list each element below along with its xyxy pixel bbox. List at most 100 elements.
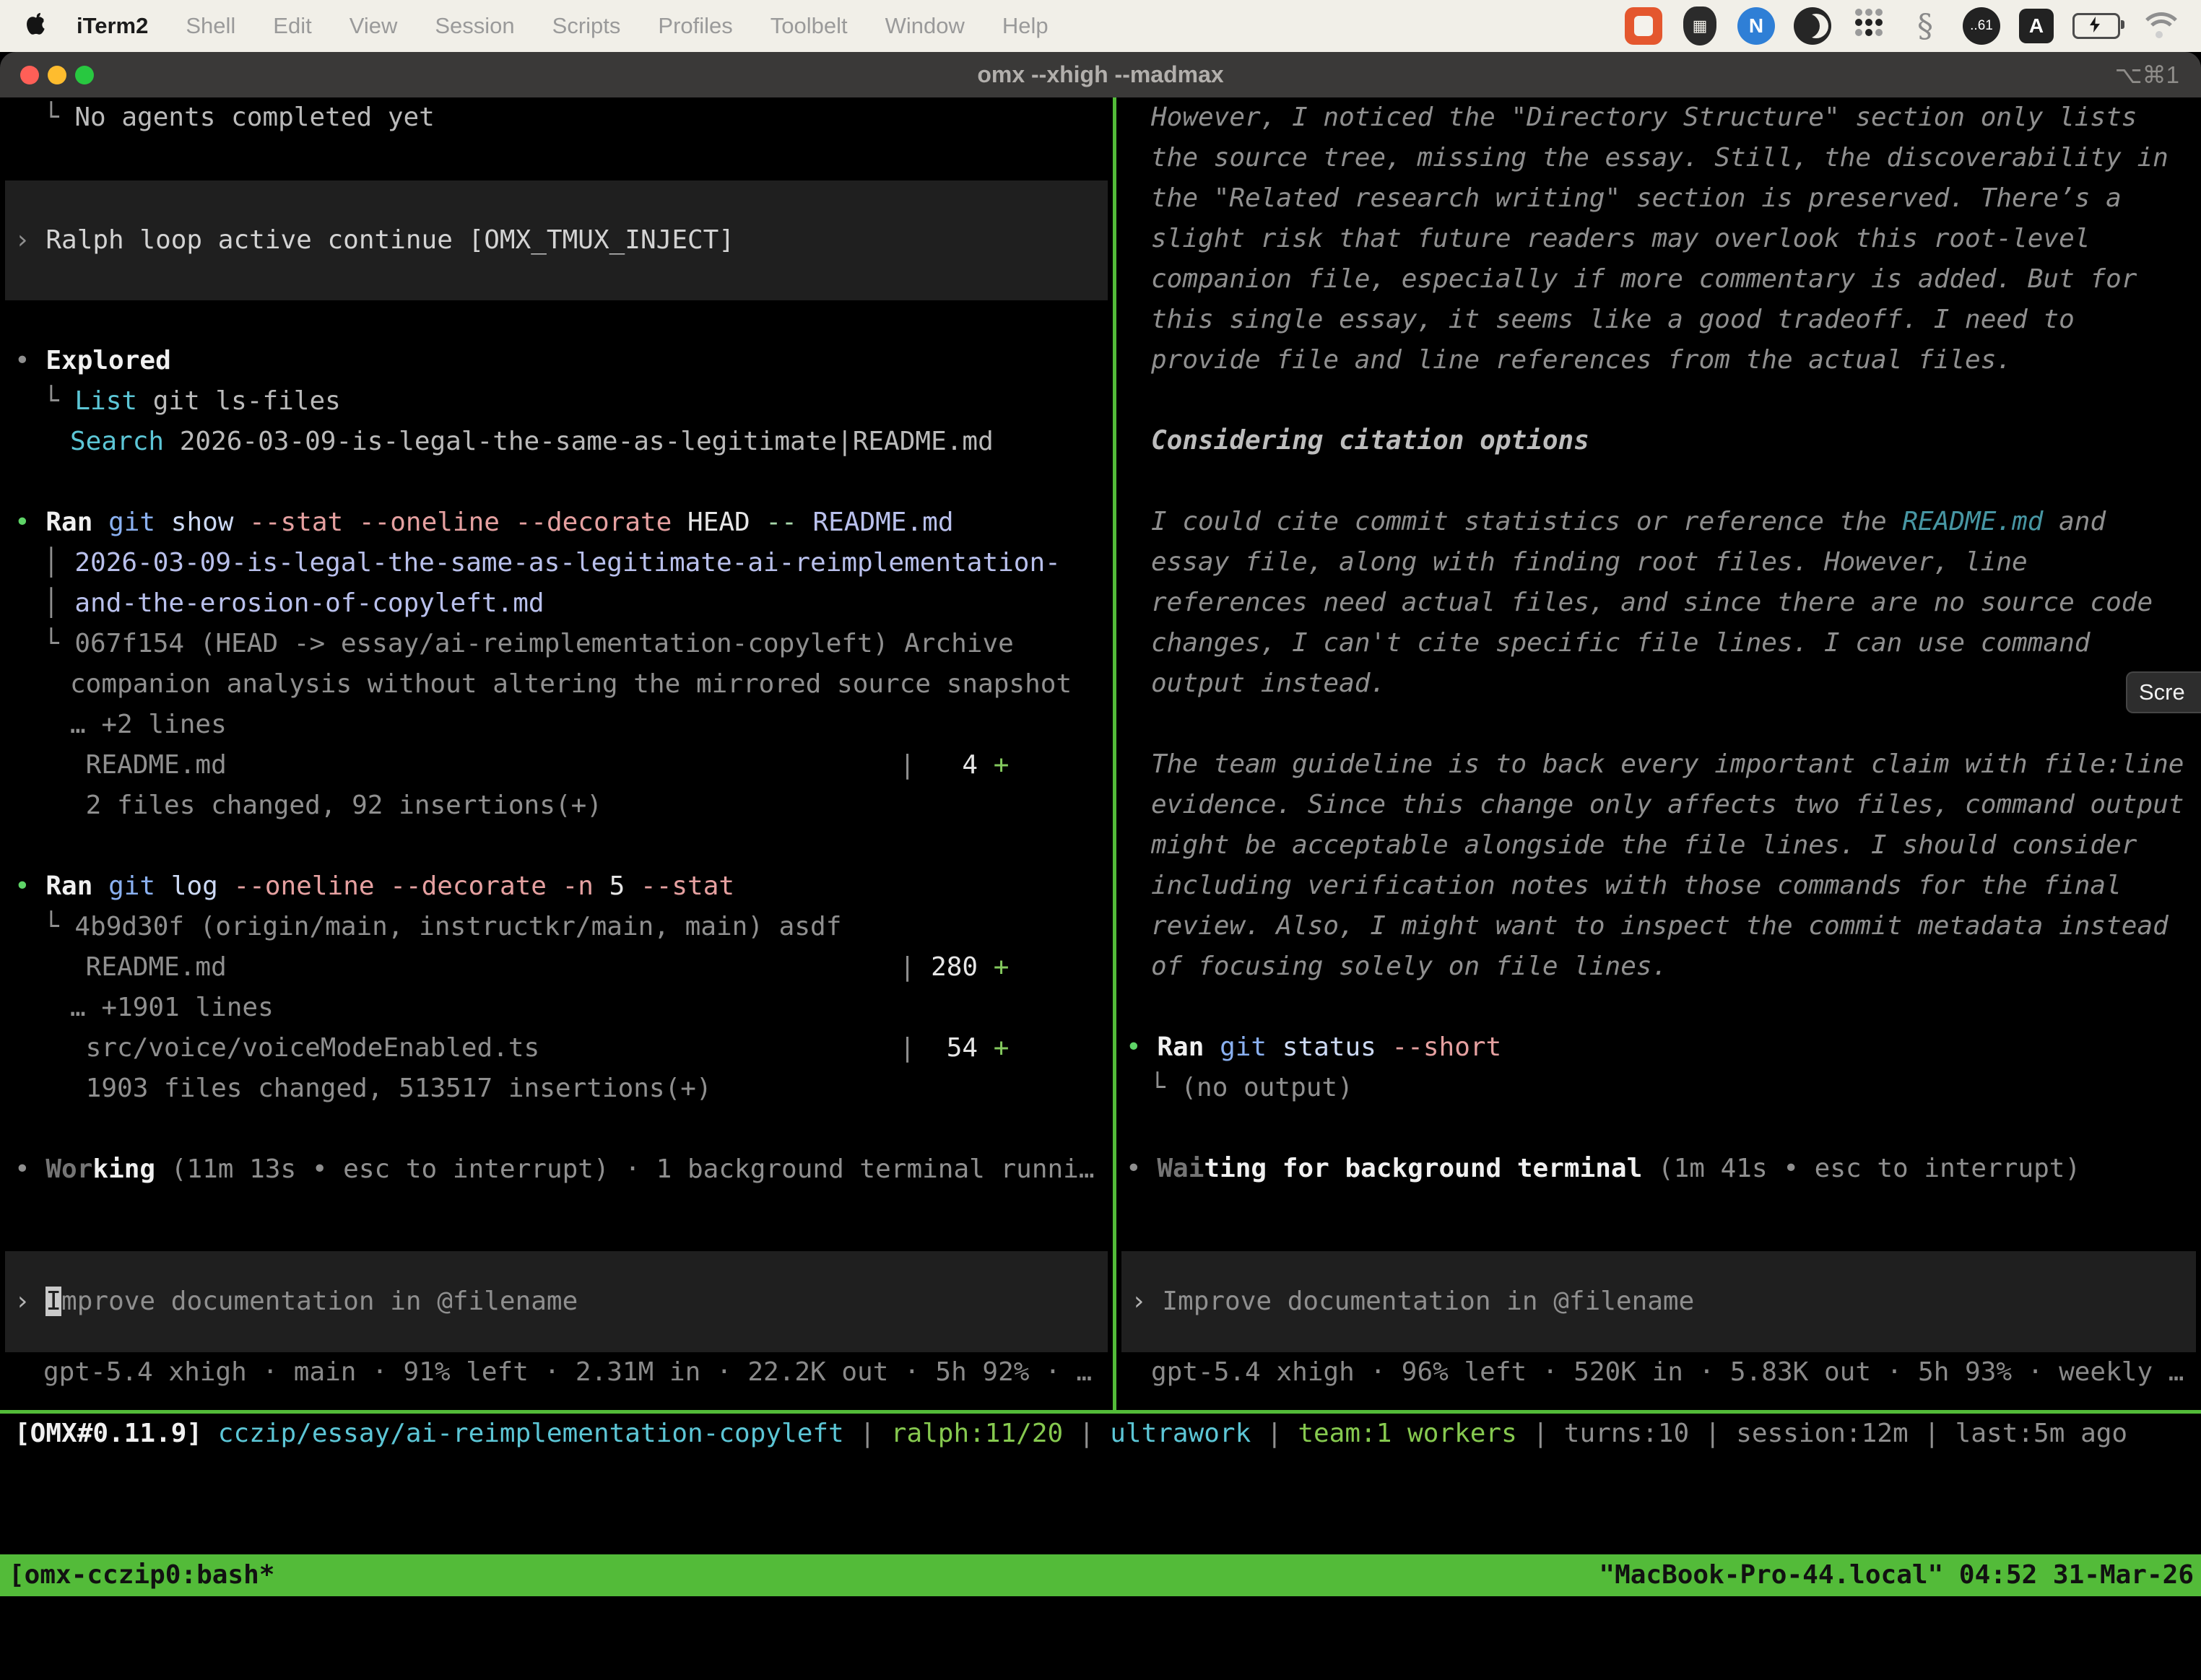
text-seg: status: [1267, 1032, 1392, 1062]
text-seg: --oneline --decorate -n: [233, 871, 609, 901]
text-seg: |: [1689, 1419, 1736, 1448]
text-seg: cczip/essay/ai-reimplementation-copyleft: [218, 1419, 844, 1448]
terminal-line: │ and-the-erosion-of-copyleft.md: [0, 583, 1113, 624]
terminal-line: └ 067f154 (HEAD -> essay/ai-reimplementa…: [0, 624, 1113, 664]
apple-icon: [25, 10, 46, 42]
grid-shield-glyph: ▦: [1683, 6, 1716, 45]
menu-item[interactable]: Scripts: [534, 0, 640, 52]
text-seg: companion analysis without altering the …: [70, 669, 1072, 699]
text-seg: --: [765, 508, 812, 537]
menu-item[interactable]: View: [331, 0, 417, 52]
battery-icon[interactable]: [2072, 13, 2120, 39]
thinking-line: might be acceptable alongside the file l…: [1151, 825, 2201, 866]
text-seg: git: [108, 871, 155, 901]
right-event-lines: • Ran git status --short└ (no output)• W…: [1116, 987, 2201, 1189]
terminal-line: [0, 1109, 1113, 1149]
omx-status-bar: [OMX#0.11.9] cczip/essay/ai-reimplementa…: [0, 1414, 2201, 1454]
text-seg: git: [108, 508, 155, 537]
input-source-icon[interactable]: A: [2019, 9, 2054, 43]
terminal-line: • Waiting for background terminal (1m 41…: [1116, 1149, 2201, 1189]
dot: [1875, 19, 1883, 26]
prompt-arrow-icon: ›: [1131, 1287, 1162, 1316]
ralph-loop-banner-line: › Ralph loop active continue [OMX_TMUX_I…: [14, 220, 734, 261]
text-seg: turns:10: [1564, 1419, 1689, 1448]
text-seg: HEAD: [687, 508, 765, 537]
left-top-lines: └ No agents completed yet: [0, 97, 1113, 178]
apple-menu[interactable]: [0, 10, 58, 42]
wifi-icon[interactable]: [2139, 11, 2179, 41]
menu-status-icons: ▦ N § ..61 A: [1625, 7, 2201, 45]
chat-app-icon-inner: [1634, 16, 1653, 36]
count-badge-icon[interactable]: ..61: [1963, 7, 2000, 45]
text-seg: └: [1150, 1073, 1181, 1102]
moon-circle-icon[interactable]: [1794, 7, 1831, 45]
thinking-line: I could cite commit statistics or refere…: [1151, 502, 2201, 542]
text-seg: └: [43, 912, 74, 941]
text-seg: ultrawork: [1110, 1419, 1251, 1448]
thinking-line: provide file and line references from th…: [1151, 340, 2201, 380]
thinking-line: references need actual files, and since …: [1151, 583, 2201, 623]
text-seg: session:12m: [1736, 1419, 1908, 1448]
right-terminal-pane[interactable]: However, I noticed the "Directory Struct…: [1116, 97, 2201, 1410]
text-seg: last:5m ago: [1955, 1419, 2127, 1448]
text-seg: •: [14, 508, 45, 537]
dot: [1855, 29, 1862, 36]
thinking-line: [1151, 704, 2201, 744]
text-seg: Ran: [45, 508, 92, 537]
text-seg: List: [74, 386, 137, 416]
menu-item[interactable]: Window: [867, 0, 984, 52]
text-seg: log: [155, 871, 233, 901]
window-shortcut-badge: ⌥⌘1: [2115, 52, 2179, 97]
left-prompt-box[interactable]: › Improve documentation in @filename: [5, 1251, 1108, 1352]
dots-grid-icon[interactable]: [1850, 7, 1888, 45]
right-prompt-input[interactable]: Improve documentation in @filename: [1162, 1287, 1694, 1316]
text-seg: │: [43, 548, 74, 578]
text-seg: I could cite commit statistics or refere…: [1151, 507, 1902, 536]
menu-item[interactable]: Edit: [254, 0, 330, 52]
text-seg: │: [43, 588, 74, 618]
thinking-line: companion file, especially if more comme…: [1151, 259, 2201, 300]
terminal-line: [0, 138, 1113, 178]
terminal-line: [1116, 987, 2201, 1027]
dot: [1865, 29, 1872, 36]
dot: [1875, 29, 1883, 36]
screen-overlay-tab[interactable]: Scre: [2126, 671, 2201, 713]
right-prompt-box[interactable]: › Improve documentation in @filename: [1121, 1251, 2196, 1352]
battery-bolt: [2088, 17, 2102, 32]
menu-app-name[interactable]: iTerm2: [58, 13, 167, 39]
menu-item[interactable]: Profiles: [639, 0, 751, 52]
text-seg: show: [155, 508, 249, 537]
terminal-line: src/voice/voiceModeEnabled.ts | 54 +: [0, 1028, 1113, 1069]
menu-item[interactable]: Shell: [167, 0, 254, 52]
text-seg: --stat: [641, 871, 734, 901]
text-seg: |: [844, 1419, 891, 1448]
grid-shield-icon[interactable]: ▦: [1681, 7, 1719, 45]
terminal-line: 2 files changed, 92 insertions(+): [0, 785, 1113, 826]
menu-item[interactable]: Help: [984, 0, 1067, 52]
text-seg: •: [1126, 1154, 1157, 1183]
text-seg: README.md |: [70, 952, 915, 982]
terminal-line: companion analysis without altering the …: [0, 664, 1113, 705]
text-seg: … +1901 lines: [70, 993, 274, 1022]
text-seg: Explored: [45, 346, 170, 375]
text-seg: Considering citation options: [1151, 426, 1589, 456]
window-title: omx --xhigh --madmax: [0, 52, 2201, 97]
chat-app-icon[interactable]: [1625, 7, 1662, 45]
menu-item[interactable]: Session: [416, 0, 533, 52]
text-seg: [92, 508, 108, 537]
text-seg: and-the-erosion-of-copyleft.md: [74, 588, 544, 618]
blue-badge-icon[interactable]: N: [1737, 7, 1775, 45]
terminal-line: README.md | 4 +: [0, 745, 1113, 785]
text-seg: team:1 workers: [1298, 1419, 1516, 1448]
left-terminal-pane[interactable]: └ No agents completed yet › Ralph loop a…: [0, 97, 1113, 1410]
text-seg: [OMX#0.11.9]: [14, 1419, 202, 1448]
text-seg: └: [43, 386, 74, 416]
thinking-line: output instead.: [1151, 663, 2201, 704]
text-seg: Wai: [1157, 1154, 1204, 1183]
menu-item[interactable]: Toolbelt: [752, 0, 867, 52]
text-seg: git: [1220, 1032, 1267, 1062]
terminal-line: └ No agents completed yet: [0, 97, 1113, 138]
hook-icon[interactable]: §: [1906, 7, 1944, 45]
text-seg: Search: [70, 427, 164, 456]
left-prompt-input[interactable]: mprove documentation in @filename: [61, 1287, 578, 1316]
